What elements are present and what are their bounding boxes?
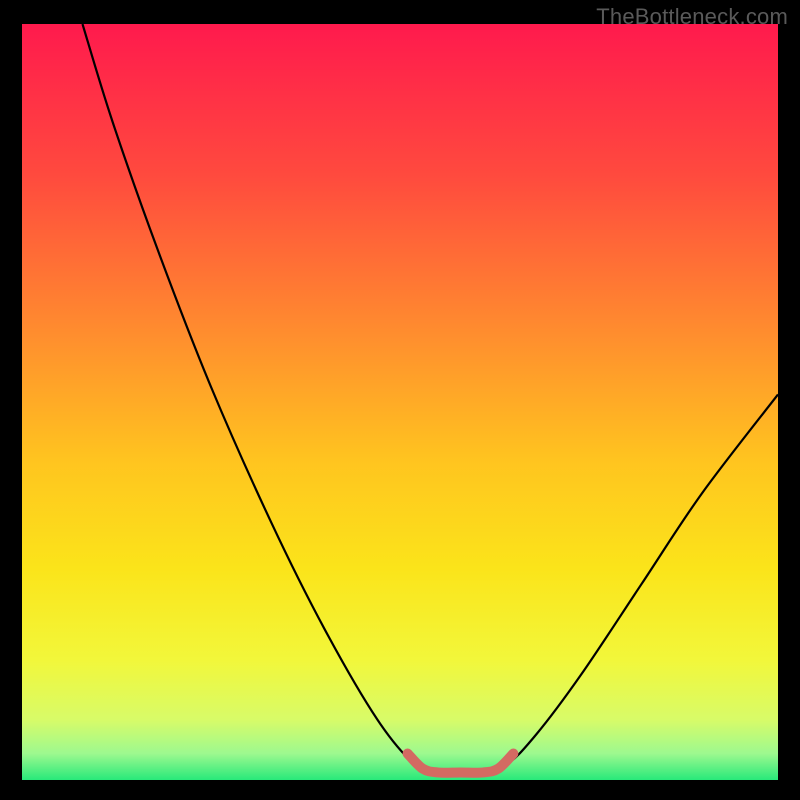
chart-svg bbox=[22, 24, 778, 780]
chart-frame bbox=[22, 24, 778, 780]
chart-background bbox=[22, 24, 778, 780]
watermark-text: TheBottleneck.com bbox=[596, 4, 788, 30]
